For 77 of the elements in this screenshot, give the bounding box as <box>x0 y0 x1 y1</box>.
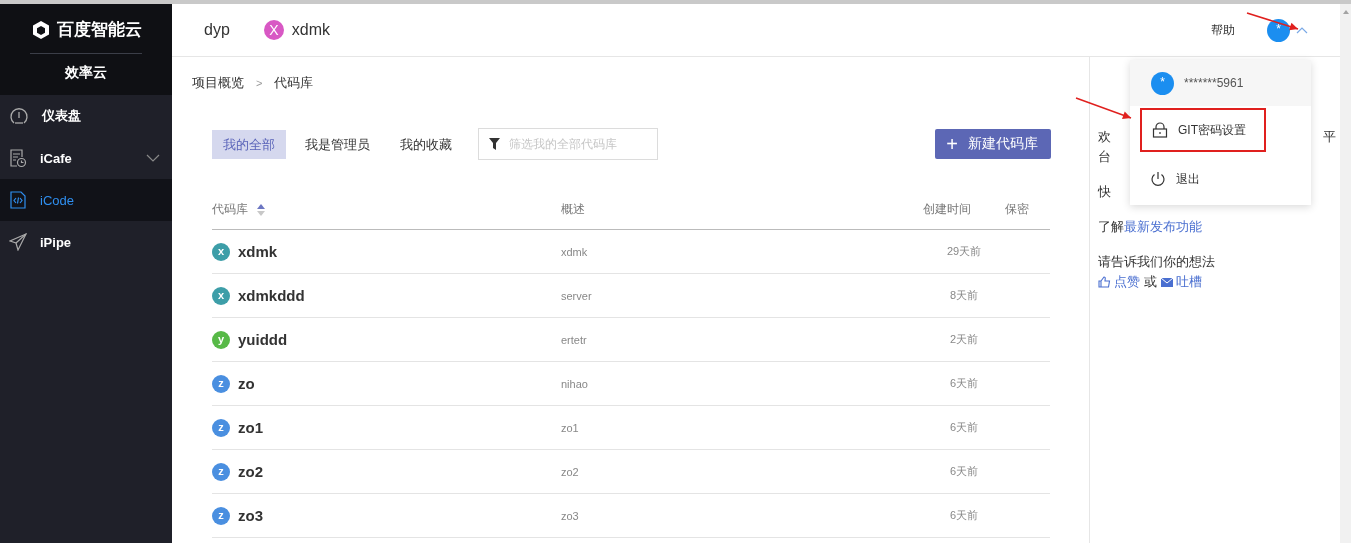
panel-text: 请告诉我们你的想法 <box>1098 253 1215 271</box>
help-link[interactable]: 帮助 <box>1211 21 1235 39</box>
panel-text: 台 <box>1098 148 1111 166</box>
panel-text: 了解 <box>1098 218 1124 236</box>
column-header[interactable]: 代码库 <box>212 201 248 218</box>
table-cell: zo1 <box>561 421 579 434</box>
repository-link[interactable]: zo2 <box>238 463 263 480</box>
table-cell: zo3 <box>561 509 579 522</box>
table-cell: 6天前 <box>949 508 979 523</box>
table-cell: nihao <box>561 377 588 390</box>
like-link[interactable]: 点赞 <box>1098 272 1140 292</box>
user-name: *******5961 <box>1184 76 1244 90</box>
new-repository-button[interactable]: + 新建代码库 <box>935 129 1051 159</box>
breadcrumb-item[interactable]: 项目概览 <box>192 74 244 92</box>
filter-tab[interactable]: 我是管理员 <box>294 129 381 159</box>
table-cell: 29天前 <box>946 244 982 259</box>
table-cell: 6天前 <box>949 420 979 435</box>
column-header: 保密 <box>1005 201 1029 218</box>
filter-icon <box>489 138 500 150</box>
project-tab[interactable]: X xdmk <box>263 20 331 40</box>
logo: 百度智能云 <box>30 18 142 54</box>
panel-text: 快 <box>1098 183 1111 201</box>
filter-tab[interactable]: 我的收藏 <box>389 129 463 159</box>
repository-link[interactable]: zo <box>238 375 255 392</box>
sidebar-item[interactable]: iPipe <box>0 221 172 263</box>
repository-avatar: z <box>212 418 230 437</box>
whats-new-link[interactable]: 最新发布功能 <box>1124 217 1202 237</box>
lock-icon <box>1152 122 1168 138</box>
paper-plane-icon <box>9 233 27 251</box>
repository-avatar: x <box>212 286 230 305</box>
filter-tab[interactable]: 我的全部 <box>212 129 286 159</box>
sort-icon[interactable] <box>256 202 266 217</box>
table-cell: ertetr <box>561 333 587 346</box>
repository-avatar: z <box>212 374 230 393</box>
repository-link[interactable]: xdmkddd <box>238 287 305 304</box>
panel-text: 或 <box>1144 273 1157 291</box>
gauge-icon <box>9 106 29 126</box>
table-cell: 6天前 <box>949 464 979 479</box>
repository-avatar: z <box>212 462 230 481</box>
complain-link[interactable]: 吐槽 <box>1161 272 1202 292</box>
panel-text: 欢 <box>1098 128 1111 146</box>
repository-link[interactable]: zo3 <box>238 507 263 524</box>
product-name: 效率云 <box>65 64 107 82</box>
chevron-down-icon[interactable] <box>146 154 160 162</box>
menu-item[interactable]: GIT密码设置 <box>1140 108 1266 152</box>
table-cell: server <box>561 289 592 302</box>
cube-logo-icon <box>30 19 51 40</box>
sidebar-item[interactable]: iCafe <box>0 137 172 179</box>
scrollbar[interactable] <box>1340 4 1351 543</box>
menu-item[interactable]: 退出 <box>1140 156 1266 202</box>
code-file-icon <box>9 190 27 210</box>
table-cell: xdmk <box>561 245 588 258</box>
repository-avatar: y <box>212 330 230 349</box>
table-cell: 2天前 <box>949 332 979 347</box>
breadcrumb-separator: > <box>256 77 263 89</box>
column-header: 创建时间 <box>923 201 971 218</box>
repository-link[interactable]: yuiddd <box>238 331 288 348</box>
table-cell: 6天前 <box>949 376 979 391</box>
power-icon <box>1150 171 1166 187</box>
project-tab[interactable]: dyp <box>204 20 230 40</box>
sidebar-item[interactable]: iCode <box>0 179 172 221</box>
repository-link[interactable]: xdmk <box>238 243 278 260</box>
panel-text: 平 <box>1323 128 1336 146</box>
breadcrumb-item: 代码库 <box>274 74 314 92</box>
column-header: 概述 <box>561 201 585 218</box>
table-cell: zo2 <box>561 465 579 478</box>
user-avatar: * <box>1151 71 1174 95</box>
mail-icon <box>1161 277 1173 287</box>
scroll-up-icon[interactable] <box>1342 10 1349 14</box>
thumbs-up-icon <box>1098 276 1111 288</box>
sidebar-item[interactable]: 仪表盘 <box>0 95 172 137</box>
document-clock-icon <box>9 148 27 168</box>
repository-avatar: x <box>212 242 230 261</box>
repository-avatar: z <box>212 506 230 525</box>
table-cell: 8天前 <box>949 288 979 303</box>
project-avatar: X <box>263 20 284 40</box>
repository-link[interactable]: zo1 <box>238 419 263 436</box>
